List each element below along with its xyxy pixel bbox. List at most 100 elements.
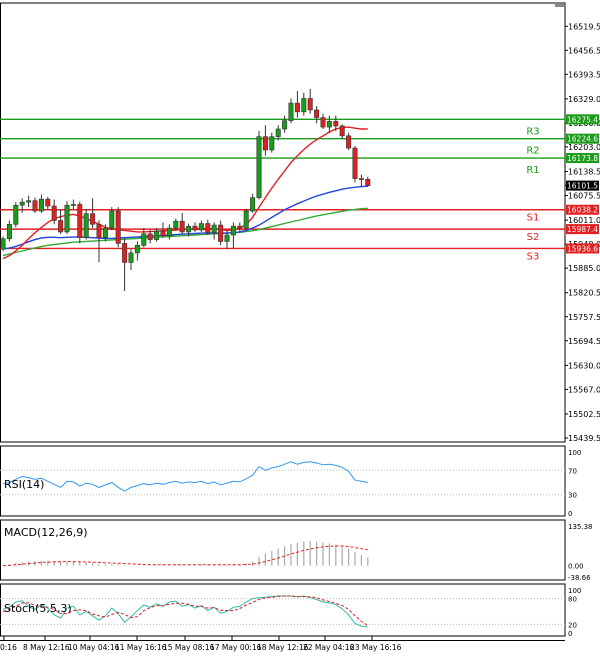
candle-body xyxy=(26,200,32,203)
candle-body xyxy=(0,238,6,250)
candle-body xyxy=(45,198,51,207)
level-name-s1: S1 xyxy=(527,213,540,224)
price-tick-label: 16203.0 xyxy=(568,143,600,152)
candle-body xyxy=(275,128,281,137)
price-tick-label: 16456.5 xyxy=(568,46,600,55)
rsi-tick-label: 70 xyxy=(568,467,577,475)
price-tick-label: 15820.5 xyxy=(568,289,600,298)
candle-body xyxy=(365,179,371,186)
stoch-tick-label: 0 xyxy=(568,630,572,638)
candle-body xyxy=(301,98,307,113)
candle-body xyxy=(166,227,172,237)
macd-tick-label: -38.66 xyxy=(568,574,591,582)
candle-body xyxy=(205,223,211,233)
candle-body xyxy=(70,204,76,206)
candle-body xyxy=(64,204,70,233)
chart-background xyxy=(0,0,600,654)
price-tick-label: 15567.0 xyxy=(568,385,600,394)
macd-tick-label: 135.38 xyxy=(568,523,593,531)
candle-body xyxy=(320,117,326,128)
level-tag-s1: 16038.2 xyxy=(567,206,598,215)
macd-tick-label: 0.00 xyxy=(568,563,584,571)
candle-body xyxy=(358,178,364,180)
price-tick-label: 15502.5 xyxy=(568,410,600,419)
candle-body xyxy=(326,121,332,128)
candle-body xyxy=(250,197,256,212)
price-tick-label: 16138.5 xyxy=(568,168,600,177)
candle-body xyxy=(282,120,288,130)
candle-body xyxy=(339,125,345,137)
candle-body xyxy=(224,234,230,242)
candle-body xyxy=(192,225,198,231)
rsi-tick-label: 30 xyxy=(568,492,577,500)
candle-body xyxy=(96,224,102,238)
candle-body xyxy=(51,205,57,221)
candle-body xyxy=(109,210,115,229)
trading-chart: 16519.516456.516393.516329.016266.016203… xyxy=(0,0,600,654)
candle-body xyxy=(13,204,19,225)
candle-body xyxy=(230,225,236,236)
level-name-r3: R3 xyxy=(526,126,539,137)
x-tick-label: 17 May 00:16 xyxy=(210,643,262,652)
price-tick-label: 15885.0 xyxy=(568,264,600,273)
candle-body xyxy=(32,200,38,212)
candle-body xyxy=(58,220,64,233)
price-tick-label: 16011.0 xyxy=(568,216,600,225)
candle-body xyxy=(122,243,128,263)
candle-body xyxy=(198,223,204,231)
current-price-label: 16101.5 xyxy=(567,182,598,191)
price-tick-label: 16393.5 xyxy=(568,70,600,79)
candle-body xyxy=(160,230,166,237)
rsi-tick-label: 100 xyxy=(568,449,581,457)
candle-body xyxy=(256,136,262,198)
candle-body xyxy=(83,213,89,238)
rsi-label: RSI(14) xyxy=(4,478,44,491)
level-tag-r2: 16224.6 xyxy=(567,135,598,144)
price-tick-label: 16519.5 xyxy=(568,22,600,31)
candle-body xyxy=(154,230,160,240)
price-tick-label: 16075.5 xyxy=(568,192,600,201)
price-tick-label: 15757.5 xyxy=(568,313,600,322)
candle-body xyxy=(288,102,294,121)
level-name-s2: S2 xyxy=(527,232,540,243)
candle-body xyxy=(90,213,96,225)
candle-body xyxy=(147,233,153,240)
stoch-tick-label: 20 xyxy=(568,621,577,629)
price-tick-label: 15630.0 xyxy=(568,361,600,370)
candle-body xyxy=(262,136,268,151)
candle-body xyxy=(6,224,12,240)
stoch-tick-label: 100 xyxy=(568,587,581,595)
x-tick-label: 22 May 04:16 xyxy=(303,643,355,652)
candle-body xyxy=(352,147,358,179)
candle-body xyxy=(243,210,249,229)
x-tick-label: 23 May 16:16 xyxy=(350,643,402,652)
candle-body xyxy=(115,210,121,244)
candle-body xyxy=(237,225,243,229)
candle-body xyxy=(346,135,352,149)
x-tick-label: 11 May 16:16 xyxy=(115,643,167,652)
macd-label: MACD(12,26,9) xyxy=(4,526,88,539)
candle-body xyxy=(102,227,108,238)
chart-root: 16519.516456.516393.516329.016266.016203… xyxy=(0,0,600,654)
candle-body xyxy=(333,121,339,127)
level-name-s3: S3 xyxy=(527,251,540,262)
level-tag-r3: 16275.4 xyxy=(567,115,598,124)
level-tag-r1: 16173.8 xyxy=(567,154,598,163)
candle-body xyxy=(77,204,83,238)
level-name-r1: R1 xyxy=(526,165,539,176)
candle-body xyxy=(307,98,313,111)
level-tag-s2: 15987.4 xyxy=(567,225,598,234)
scroll-marker xyxy=(555,4,565,7)
candle-body xyxy=(218,224,224,242)
candle-body xyxy=(128,252,134,263)
candle-body xyxy=(38,198,44,212)
rsi-tick-label: 0 xyxy=(568,510,572,518)
candle-body xyxy=(173,220,179,229)
candle-body xyxy=(211,224,217,233)
x-tick-label: 15 May 08:16 xyxy=(163,643,215,652)
candle-body xyxy=(294,102,300,113)
candle-body xyxy=(141,233,147,246)
price-tick-label: 16329.0 xyxy=(568,95,600,104)
candle-body xyxy=(314,109,320,118)
x-tick-label: 10 May 04:16 xyxy=(68,643,120,652)
